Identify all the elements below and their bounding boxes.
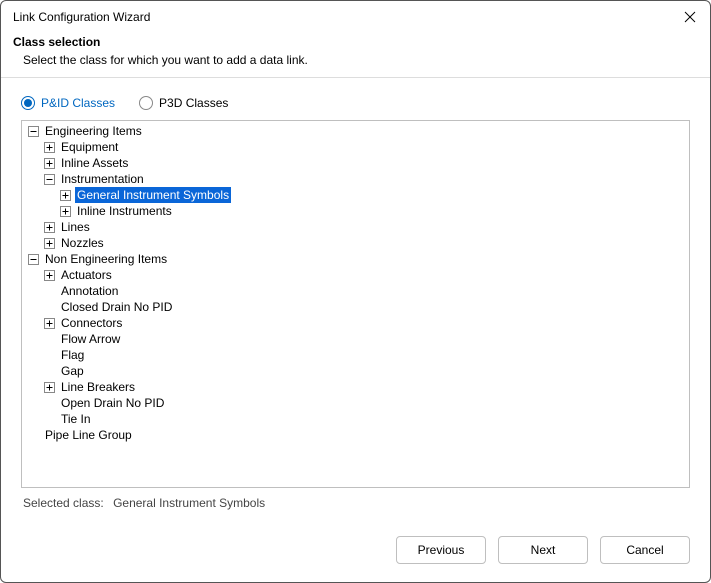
selected-class-row: Selected class: General Instrument Symbo… (21, 488, 690, 514)
collapse-icon[interactable] (28, 126, 39, 137)
tree-node[interactable]: Instrumentation (22, 171, 689, 187)
tree-node-label[interactable]: Instrumentation (59, 171, 146, 187)
tree-node-label[interactable]: Nozzles (59, 235, 106, 251)
tree-node[interactable]: Annotation (22, 283, 689, 299)
expand-icon[interactable] (44, 238, 55, 249)
tree-node[interactable]: Connectors (22, 315, 689, 331)
page-subtext: Select the class for which you want to a… (13, 53, 690, 67)
tree-node-label[interactable]: Inline Assets (59, 155, 130, 171)
radio-p3d-label: P3D Classes (159, 96, 228, 110)
selected-class-label: Selected class: (23, 496, 104, 510)
tree-node[interactable]: Equipment (22, 139, 689, 155)
tree-node-label[interactable]: Flow Arrow (59, 331, 122, 347)
no-toggle-icon (44, 398, 55, 409)
tree-node[interactable]: Tie In (22, 411, 689, 427)
tree-node-label[interactable]: Line Breakers (59, 379, 137, 395)
tree-node[interactable]: Closed Drain No PID (22, 299, 689, 315)
no-toggle-icon (44, 350, 55, 361)
tree-node[interactable]: Actuators (22, 267, 689, 283)
tree-node[interactable]: Inline Assets (22, 155, 689, 171)
expand-icon[interactable] (44, 382, 55, 393)
expand-icon[interactable] (44, 222, 55, 233)
no-toggle-icon (28, 430, 39, 441)
tree-node[interactable]: Engineering Items (22, 123, 689, 139)
no-toggle-icon (44, 286, 55, 297)
no-toggle-icon (44, 302, 55, 313)
tree-node[interactable]: Flag (22, 347, 689, 363)
tree-node[interactable]: Line Breakers (22, 379, 689, 395)
tree-node-label[interactable]: Inline Instruments (75, 203, 174, 219)
tree-node-label[interactable]: Equipment (59, 139, 120, 155)
tree-node[interactable]: Inline Instruments (22, 203, 689, 219)
tree-node-label[interactable]: General Instrument Symbols (75, 187, 231, 203)
tree-node[interactable]: Gap (22, 363, 689, 379)
close-icon[interactable] (682, 9, 698, 25)
wizard-body: P&ID Classes P3D Classes Engineering Ite… (1, 78, 710, 522)
tree-node-label[interactable]: Actuators (59, 267, 114, 283)
tree-node-label[interactable]: Non Engineering Items (43, 251, 169, 267)
next-button[interactable]: Next (498, 536, 588, 564)
tree-node-label[interactable]: Engineering Items (43, 123, 144, 139)
tree-node-label[interactable]: Gap (59, 363, 86, 379)
tree-node[interactable]: Flow Arrow (22, 331, 689, 347)
tree-node[interactable]: Non Engineering Items (22, 251, 689, 267)
tree-node[interactable]: Lines (22, 219, 689, 235)
expand-icon[interactable] (60, 206, 71, 217)
no-toggle-icon (44, 414, 55, 425)
tree-node-label[interactable]: Annotation (59, 283, 120, 299)
expand-icon[interactable] (44, 318, 55, 329)
radio-pid-label: P&ID Classes (41, 96, 115, 110)
wizard-header: Class selection Select the class for whi… (1, 31, 710, 78)
radio-p3d-classes[interactable]: P3D Classes (139, 96, 228, 110)
cancel-button[interactable]: Cancel (600, 536, 690, 564)
radio-dot-icon (139, 96, 153, 110)
no-toggle-icon (44, 366, 55, 377)
expand-icon[interactable] (44, 158, 55, 169)
collapse-icon[interactable] (44, 174, 55, 185)
tree-node-label[interactable]: Open Drain No PID (59, 395, 166, 411)
expand-icon[interactable] (44, 270, 55, 281)
previous-button[interactable]: Previous (396, 536, 486, 564)
class-type-radios: P&ID Classes P3D Classes (21, 96, 690, 110)
page-heading: Class selection (13, 35, 690, 49)
tree-node-label[interactable]: Lines (59, 219, 92, 235)
class-tree[interactable]: Engineering ItemsEquipmentInline AssetsI… (21, 120, 690, 488)
expand-icon[interactable] (60, 190, 71, 201)
collapse-icon[interactable] (28, 254, 39, 265)
tree-node-label[interactable]: Flag (59, 347, 86, 363)
radio-pid-classes[interactable]: P&ID Classes (21, 96, 115, 110)
no-toggle-icon (44, 334, 55, 345)
radio-dot-icon (21, 96, 35, 110)
tree-node-label[interactable]: Connectors (59, 315, 124, 331)
titlebar: Link Configuration Wizard (1, 1, 710, 31)
wizard-footer: Previous Next Cancel (1, 522, 710, 582)
window-title: Link Configuration Wizard (13, 10, 150, 24)
tree-node[interactable]: Nozzles (22, 235, 689, 251)
tree-node-label[interactable]: Pipe Line Group (43, 427, 134, 443)
tree-node-label[interactable]: Closed Drain No PID (59, 299, 174, 315)
tree-node[interactable]: Pipe Line Group (22, 427, 689, 443)
expand-icon[interactable] (44, 142, 55, 153)
tree-node-label[interactable]: Tie In (59, 411, 93, 427)
tree-node[interactable]: General Instrument Symbols (22, 187, 689, 203)
tree-node[interactable]: Open Drain No PID (22, 395, 689, 411)
selected-class-value: General Instrument Symbols (113, 496, 265, 510)
